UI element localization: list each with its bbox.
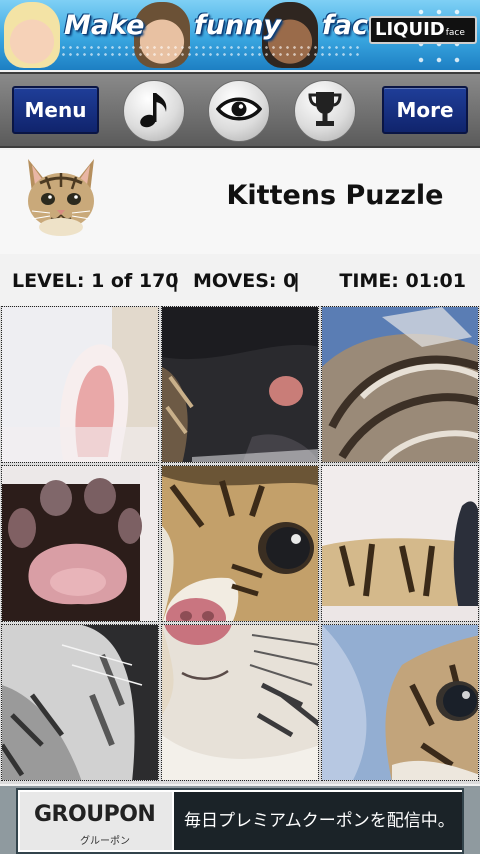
puzzle-tile[interactable] bbox=[161, 306, 319, 463]
groupon-brand: GROUPON bbox=[34, 802, 156, 827]
stats-separator: | bbox=[293, 270, 300, 292]
ad-text: Make bbox=[64, 10, 145, 41]
more-button[interactable]: More bbox=[382, 86, 468, 134]
groupon-brand-kana: グルーポン bbox=[80, 836, 130, 847]
kitten-thumbnail[interactable] bbox=[20, 153, 102, 237]
puzzle-tile[interactable] bbox=[1, 465, 159, 622]
liquid-face-logo: LIQUIDface bbox=[369, 16, 477, 44]
puzzle-tile[interactable] bbox=[161, 465, 319, 622]
level-indicator: LEVEL: 1 of 170 bbox=[12, 270, 179, 292]
groupon-ad[interactable]: GROUPON グルーポン 毎日プレミアムクーポンを配信中。 bbox=[16, 788, 464, 854]
puzzle-tile[interactable] bbox=[321, 306, 479, 463]
preview-button[interactable] bbox=[208, 80, 270, 142]
timer: TIME: 01:01 bbox=[339, 270, 466, 292]
ad-decoration bbox=[60, 44, 360, 58]
ad-text: funny bbox=[194, 10, 282, 41]
puzzle-tile[interactable] bbox=[161, 624, 319, 781]
puzzle-grid bbox=[0, 306, 480, 784]
ad-face-image bbox=[4, 2, 60, 68]
puzzle-tile[interactable] bbox=[321, 465, 479, 622]
bottom-banner-ad[interactable]: GROUPON グルーポン 毎日プレミアムクーポンを配信中。 bbox=[0, 786, 480, 854]
logo-subtext: face bbox=[445, 28, 465, 38]
stats-bar: LEVEL: 1 of 170 | MOVES: 0 | TIME: 01:01 bbox=[0, 266, 480, 298]
page-title: Kittens Puzzle bbox=[226, 180, 444, 211]
top-banner-ad[interactable]: Make funny faces LIQUIDface bbox=[0, 0, 480, 70]
groupon-message: 毎日プレミアムクーポンを配信中。 bbox=[174, 792, 462, 850]
groupon-logo: GROUPON グルーポン bbox=[20, 792, 172, 850]
trophy-button[interactable] bbox=[294, 80, 356, 142]
moves-counter: MOVES: 0 bbox=[193, 270, 297, 292]
puzzle-tile[interactable] bbox=[321, 624, 479, 781]
music-note-icon bbox=[136, 88, 172, 134]
trophy-icon bbox=[307, 89, 343, 133]
eye-icon bbox=[215, 94, 263, 128]
logo-text: LIQUID bbox=[375, 19, 445, 40]
menu-button[interactable]: Menu bbox=[12, 86, 99, 134]
stats-separator: | bbox=[172, 270, 179, 292]
puzzle-tile[interactable] bbox=[1, 306, 159, 463]
puzzle-header: Kittens Puzzle bbox=[0, 150, 480, 254]
puzzle-tile[interactable] bbox=[1, 624, 159, 781]
music-button[interactable] bbox=[123, 80, 185, 142]
toolbar: Menu More bbox=[0, 72, 480, 148]
